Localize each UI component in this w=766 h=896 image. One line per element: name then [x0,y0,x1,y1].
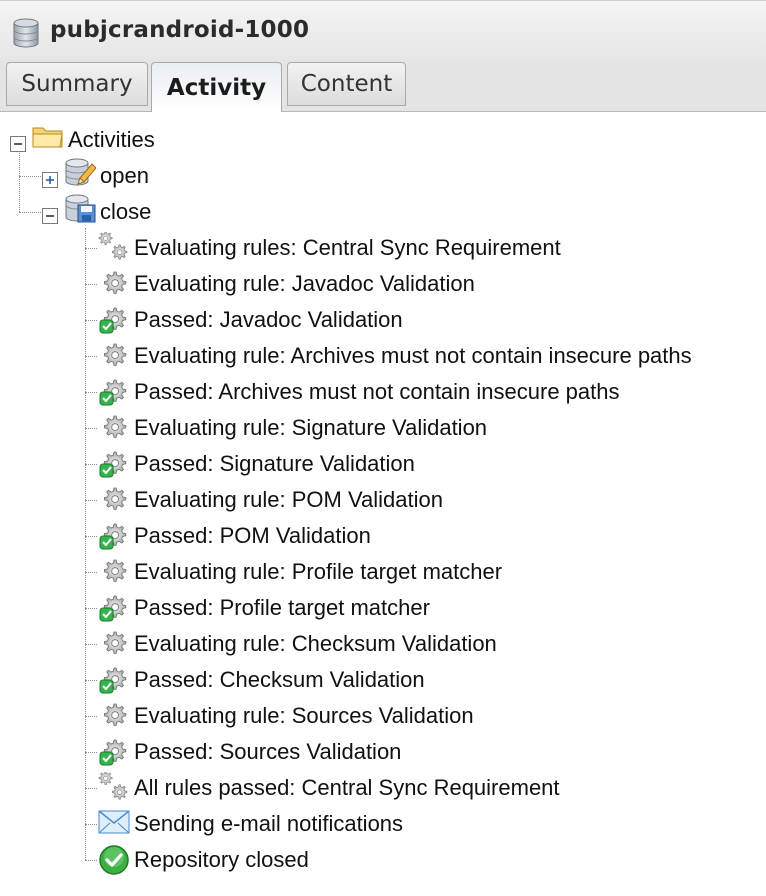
tree-connector [85,716,97,717]
tree-connector [85,228,86,860]
folder-open-icon [32,124,64,156]
tree-event-label: Repository closed [134,847,309,872]
tab-content[interactable]: Content [287,62,406,106]
tree-event-label: Evaluating rule: Profile target matcher [134,559,503,584]
tree-event-row[interactable]: Passed: Signature Validation [98,447,415,481]
tree-event-row[interactable]: Evaluating rule: Archives must not conta… [98,339,692,373]
tree-event-row[interactable]: Sending e-mail notifications [98,807,403,841]
tree-event-label: All rules passed: Central Sync Requireme… [134,775,560,800]
tree-connector [85,680,97,681]
tree-event-row[interactable]: Passed: Sources Validation [98,735,401,769]
tree-node-label: open [100,163,149,188]
tree-event-row[interactable]: Evaluating rules: Central Sync Requireme… [98,231,561,265]
tree-event-label: Evaluating rules: Central Sync Requireme… [134,235,561,260]
gear-passed-icon [98,520,130,552]
repository-title: pubjcrandroid-1000 [50,17,310,43]
database-icon [12,18,40,53]
tree-event-row[interactable]: Repository closed [98,843,309,877]
gear-icon [98,484,130,516]
tree-node-activities[interactable]: Activities [10,123,155,157]
gear-passed-icon [98,304,130,336]
gear-icon [98,556,130,588]
tree-connector [85,392,97,393]
tree-connector [85,536,97,537]
tree-connector [19,176,41,177]
tree-connector [85,752,97,753]
tree-event-row[interactable]: All rules passed: Central Sync Requireme… [98,771,560,805]
tree-connector [85,284,97,285]
expand-toggle-icon[interactable] [42,168,58,188]
tree-event-row[interactable]: Evaluating rule: Profile target matcher [98,555,502,589]
gear-passed-icon [98,592,130,624]
tree-connector [19,148,20,212]
gears-icon [98,771,130,804]
tree-event-label: Passed: POM Validation [134,523,371,548]
tree-connector [85,788,97,789]
tree-event-label: Passed: Signature Validation [134,451,415,476]
tree-connector [85,248,97,249]
gears-icon [98,231,130,264]
tree-event-label: Evaluating rule: Sources Validation [134,703,474,728]
gear-icon [98,412,130,444]
tree-event-label: Sending e-mail notifications [134,811,404,836]
gear-icon [98,628,130,660]
tree-event-label: Passed: Sources Validation [134,739,402,764]
database-edit-icon [64,158,97,194]
tree-event-row[interactable]: Passed: Checksum Validation [98,663,425,697]
tree-event-row[interactable]: Evaluating rule: Sources Validation [98,699,474,733]
tree-connector [85,608,97,609]
gear-passed-icon [98,664,130,696]
repository-header: pubjcrandroid-1000 [0,0,766,60]
tree-connector [19,212,41,213]
tree-event-label: Evaluating rule: Javadoc Validation [134,271,475,296]
tree-connector [85,572,97,573]
tree-event-row[interactable]: Evaluating rule: Checksum Validation [98,627,497,661]
tree-event-row[interactable]: Evaluating rule: Signature Validation [98,411,487,445]
tree-event-label: Evaluating rule: Archives must not conta… [134,343,692,368]
collapse-toggle-icon[interactable] [42,204,58,224]
tab-summary[interactable]: Summary [6,62,148,106]
tree-node-open[interactable]: open [42,158,149,194]
collapse-toggle-icon[interactable] [10,132,26,152]
gear-passed-icon [98,448,130,480]
tree-connector [85,320,97,321]
tree-event-label: Evaluating rule: Signature Validation [134,415,488,440]
activity-tree: Activities open close Evaluating rules: … [0,112,766,896]
gear-icon [98,700,130,732]
tree-event-row[interactable]: Evaluating rule: Javadoc Validation [98,267,475,301]
gear-passed-icon [98,376,130,408]
tree-event-label: Passed: Profile target matcher [134,595,430,620]
gear-passed-icon [98,736,130,768]
tree-connector [85,860,97,861]
tree-connector [85,428,97,429]
tree-connector [85,644,97,645]
tab-activity[interactable]: Activity [151,62,282,112]
tree-node-close[interactable]: close [42,194,152,230]
tree-node-label: close [100,199,152,224]
tree-event-row[interactable]: Passed: POM Validation [98,519,371,553]
tree-event-label: Passed: Javadoc Validation [134,307,403,332]
tree-event-label: Evaluating rule: POM Validation [134,487,443,512]
tree-event-row[interactable]: Evaluating rule: POM Validation [98,483,443,517]
tree-event-label: Passed: Checksum Validation [134,667,425,692]
tree-event-label: Evaluating rule: Checksum Validation [134,631,497,656]
tree-event-label: Passed: Archives must not contain insecu… [134,379,620,404]
tree-event-row[interactable]: Passed: Javadoc Validation [98,303,403,337]
gear-icon [98,268,130,300]
gear-icon [98,340,130,372]
tree-event-row[interactable]: Passed: Profile target matcher [98,591,430,625]
tree-connector [85,464,97,465]
tree-event-row[interactable]: Passed: Archives must not contain insecu… [98,375,619,409]
tree-connector [85,500,97,501]
envelope-icon [98,808,130,840]
check-circle-icon [98,844,130,876]
tree-connector [85,356,97,357]
tree-node-label: Activities [68,127,155,152]
tab-bar: Summary Activity Content [0,60,766,112]
database-save-icon [64,194,96,230]
tree-connector [85,824,97,825]
